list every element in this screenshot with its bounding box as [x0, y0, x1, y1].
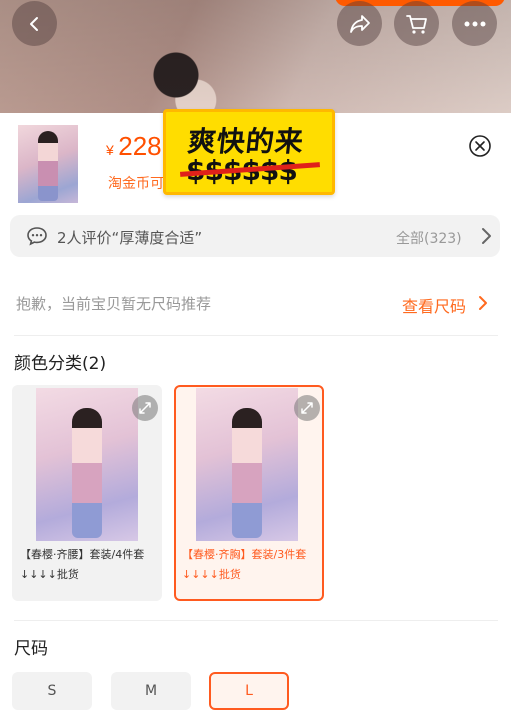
share-icon — [349, 14, 370, 33]
more-button[interactable] — [452, 1, 497, 46]
review-all-count: 全部(323) — [396, 231, 462, 247]
coin-discount-text: 淘金币可 — [108, 176, 164, 192]
cart-button[interactable] — [394, 1, 439, 46]
divider — [14, 335, 498, 336]
product-hero-image — [0, 0, 511, 113]
cart-icon — [405, 14, 427, 34]
size-option-m[interactable]: M — [111, 672, 191, 710]
back-button[interactable] — [12, 1, 57, 46]
view-size-link[interactable]: 查看尺码 — [402, 293, 466, 317]
color-option-2[interactable]: 【春樱·齐胸】套装/3件套↓↓↓↓批货 — [174, 385, 324, 601]
chevron-right-icon — [479, 296, 487, 310]
color-option-1[interactable]: 【春樱·齐腰】套装/4件套↓↓↓↓批货 — [12, 385, 162, 601]
back-icon — [29, 16, 38, 31]
review-summary-bar[interactable]: 2人评价“厚薄度合适” 全部(323) — [10, 215, 500, 257]
size-option-s[interactable]: S — [12, 672, 92, 710]
close-icon — [469, 135, 491, 157]
chevron-right-icon — [482, 228, 491, 244]
divider — [14, 620, 498, 621]
size-section-title: 尺码 — [14, 639, 48, 659]
color-option-caption: 【春樱·齐胸】套装/3件套↓↓↓↓批货 — [182, 548, 307, 581]
review-text: 2人评价“厚薄度合适” — [57, 229, 203, 247]
promo-sticker: 爽快的来 $$$$$$ — [163, 109, 335, 195]
expand-icon[interactable] — [294, 395, 320, 421]
color-option-caption: 【春樱·齐腰】套装/4件套↓↓↓↓批货 — [20, 548, 145, 581]
color-option-image — [196, 388, 298, 541]
price-currency: ¥ — [106, 142, 114, 158]
share-button[interactable] — [337, 1, 382, 46]
expand-icon[interactable] — [132, 395, 158, 421]
selected-sku-thumbnail[interactable] — [18, 125, 78, 203]
size-recommendation-notice: 抱歉，当前宝贝暂无尺码推荐 — [16, 295, 212, 313]
size-option-l[interactable]: L — [209, 672, 289, 710]
sku-selection-sheet: ¥ 228 淘金币可 爽快的来 $$$$$$ 2人评价“厚薄度合适” 全部(32… — [0, 109, 511, 728]
color-option-image — [36, 388, 138, 541]
close-button[interactable] — [469, 135, 491, 157]
chat-icon — [27, 227, 47, 246]
price: ¥ 228 — [106, 131, 162, 162]
more-icon — [464, 21, 485, 26]
price-value: 228 — [118, 131, 162, 161]
color-section-title: 颜色分类(2) — [14, 354, 107, 374]
